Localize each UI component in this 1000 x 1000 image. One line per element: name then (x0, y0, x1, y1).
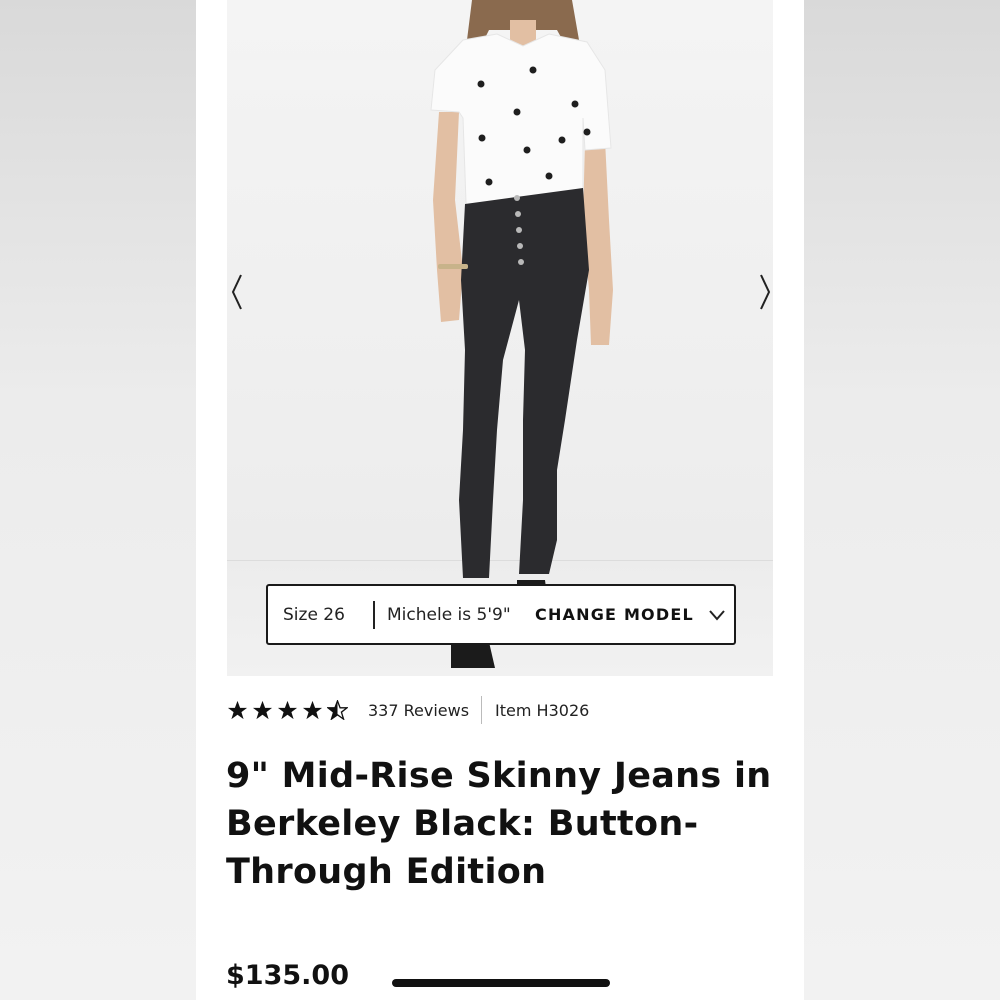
half-star-icon (327, 700, 348, 720)
product-page: Size 26 Michele is 5'9" CHANGE MODEL 337… (196, 0, 804, 1000)
item-number: Item H3026 (495, 700, 590, 720)
change-model-button[interactable]: CHANGE MODEL (535, 605, 694, 624)
model-height-label: Michele is 5'9" (387, 604, 511, 625)
star-icon (252, 700, 273, 720)
product-price: $135.00 (226, 960, 349, 991)
star-icon (227, 700, 248, 720)
right-backdrop (804, 0, 1000, 1000)
meta-divider (481, 696, 483, 724)
star-icon (277, 700, 298, 720)
model-bar-divider (373, 600, 375, 629)
left-backdrop (0, 0, 196, 1000)
chevron-right-icon (760, 274, 771, 310)
star-rating[interactable] (227, 700, 348, 720)
star-icon (302, 700, 323, 720)
carousel-prev-button[interactable] (227, 270, 247, 314)
product-image-carousel[interactable]: Size 26 Michele is 5'9" CHANGE MODEL (227, 0, 773, 676)
home-indicator[interactable] (392, 979, 610, 987)
product-photo (430, 0, 613, 668)
model-info-bar: Size 26 Michele is 5'9" CHANGE MODEL (266, 584, 736, 645)
chevron-down-icon[interactable] (708, 609, 726, 621)
chevron-left-icon (231, 274, 242, 310)
product-title: 9" Mid-Rise Skinny Jeans in Berkeley Bla… (226, 756, 772, 892)
carousel-next-button[interactable] (755, 270, 773, 314)
rating-row: 337 Reviews Item H3026 (227, 694, 589, 726)
reviews-link[interactable]: 337 Reviews (368, 701, 469, 720)
model-size-label: Size 26 (283, 604, 345, 625)
